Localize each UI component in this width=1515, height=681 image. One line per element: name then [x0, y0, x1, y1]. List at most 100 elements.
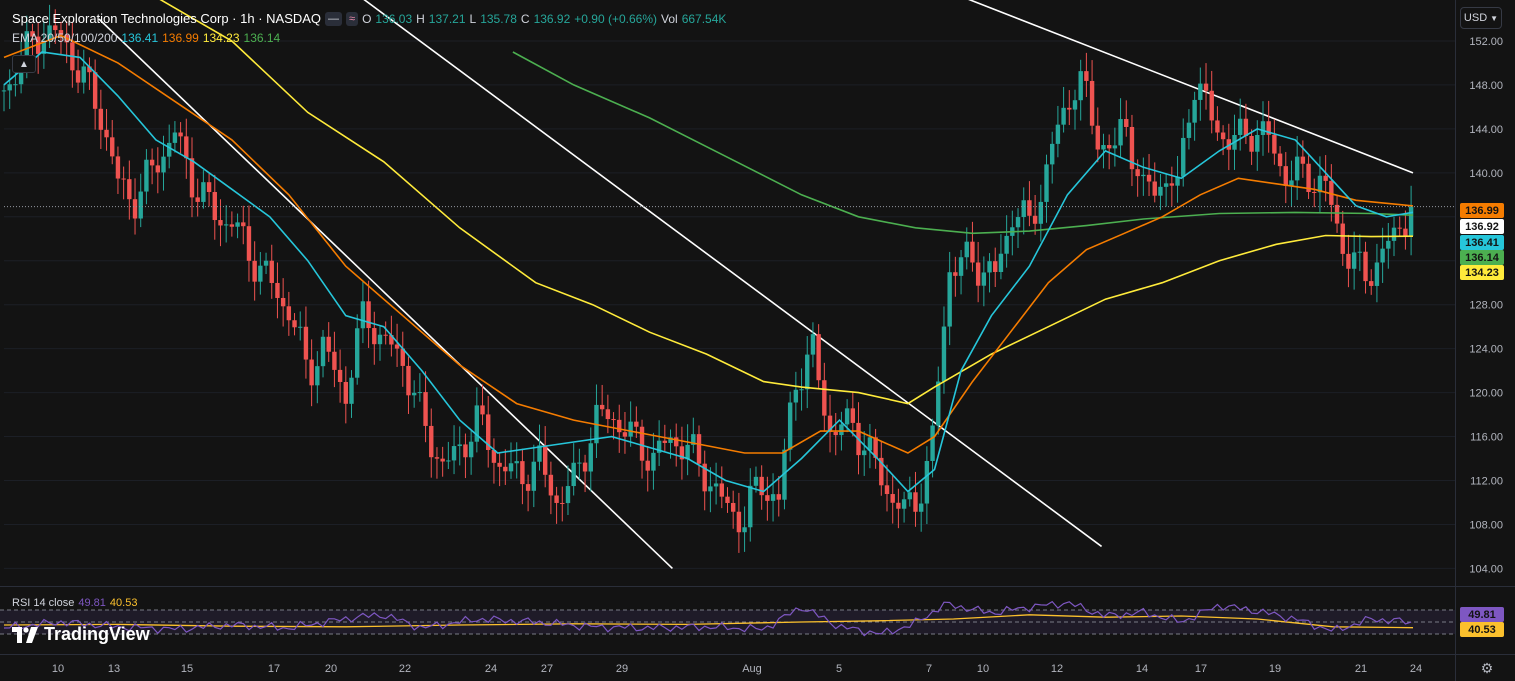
close-label: C [520, 11, 530, 26]
candle-body [810, 334, 816, 355]
gear-icon: ⚙ [1480, 659, 1494, 676]
candle-body [531, 461, 536, 491]
candle-body [993, 261, 998, 273]
ema-legend[interactable]: EMA 20/50/100/200 136.41 136.99 134.23 1… [12, 31, 280, 45]
candle-body [548, 474, 554, 496]
candle-body [1152, 181, 1157, 196]
candle-body [1408, 206, 1414, 236]
rsi-ma-value: 40.53 [109, 597, 138, 609]
price-tick-label: 144.00 [1469, 124, 1503, 136]
candle-body [1027, 200, 1032, 216]
candle-body [263, 260, 269, 266]
wave-icon[interactable]: ≈ [346, 11, 359, 26]
candle-body [206, 182, 212, 193]
candle-body [936, 381, 941, 426]
candle-body [411, 392, 417, 396]
candle-body [765, 495, 770, 501]
candle-body [736, 511, 742, 533]
candle-body [1312, 191, 1317, 193]
candle-body [1277, 153, 1283, 167]
candle-body [1351, 252, 1357, 269]
candle-body [970, 241, 975, 263]
candle-body [998, 253, 1004, 273]
price-tick-label: 124.00 [1469, 344, 1503, 356]
candle-body [1061, 107, 1066, 125]
time-tick-label: 22 [399, 663, 411, 675]
candle-body [1135, 169, 1140, 177]
settings-button[interactable]: ⚙ [1478, 659, 1496, 677]
candle-body [115, 156, 121, 179]
candle-body [833, 431, 838, 436]
chevron-up-icon: ▲ [19, 58, 29, 70]
candle-body [793, 389, 799, 403]
candle-body [651, 452, 656, 471]
candle-body [1118, 119, 1123, 146]
candle-body [554, 495, 559, 503]
candle-body [1220, 132, 1226, 140]
collapse-legend-button[interactable]: ▲ [12, 55, 36, 73]
candle-body [195, 197, 200, 202]
tradingview-logo-icon [12, 626, 38, 643]
candle-body [172, 132, 178, 143]
rsi-legend[interactable]: RSI 14 close 49.81 40.53 [12, 597, 137, 609]
ema200-value: 136.14 [243, 31, 281, 45]
candle-body [121, 178, 126, 180]
candle-body [907, 492, 912, 500]
open-value: 136.03 [375, 11, 413, 26]
candle-body [434, 457, 440, 459]
candle-body [1186, 122, 1192, 138]
time-tick-label: Aug [742, 663, 762, 675]
candle-body [144, 159, 149, 192]
symbol-title[interactable]: Space Exploration Technologies Corp · 1h… [12, 11, 321, 26]
ema-label: EMA 20/50/100/200 [12, 31, 118, 45]
low-value: 135.78 [480, 11, 517, 26]
candle-body [1084, 71, 1089, 81]
candle-body [417, 392, 423, 394]
tradingview-logo[interactable]: TradingView [12, 624, 150, 645]
candle-body [1294, 156, 1300, 181]
candle-body [1249, 135, 1254, 152]
rsi-label: RSI 14 close [12, 597, 75, 609]
time-tick-label: 17 [268, 663, 280, 675]
candle-body [457, 444, 462, 447]
candle-body [1374, 262, 1380, 286]
candle-body [1038, 201, 1044, 224]
candle-body [742, 527, 747, 533]
price-tick-label: 108.00 [1469, 519, 1503, 531]
price-tick-label: 140.00 [1469, 168, 1503, 180]
candle-body [1163, 183, 1169, 187]
candle-body [1403, 228, 1408, 236]
price-tick-label: 120.00 [1469, 388, 1503, 400]
candle-body [429, 425, 434, 458]
candle-body [303, 326, 309, 360]
candle-body [753, 476, 759, 486]
candle-body [184, 136, 189, 159]
candle-body [622, 432, 628, 437]
tradingview-wordmark: TradingView [44, 624, 150, 644]
candle-body [987, 261, 992, 273]
candle-body [913, 492, 918, 512]
candle-body [75, 70, 81, 83]
time-tick-label: 13 [108, 663, 120, 675]
candle-body [508, 463, 514, 472]
candle-body [337, 369, 343, 382]
candle-body [748, 485, 753, 528]
candle-body [218, 220, 223, 226]
minus-icon[interactable]: — [325, 11, 343, 26]
time-tick-label: 20 [325, 663, 337, 675]
price-chart[interactable]: 104.00 108.00 112.00 116.00 120.00 124.00 128.… [0, 0, 1515, 681]
candle-body [1346, 253, 1351, 269]
candle-body [1300, 156, 1306, 164]
candle-body [605, 409, 611, 420]
candle-body [1015, 217, 1021, 228]
candle-body [588, 443, 593, 472]
candle-body [1391, 227, 1397, 241]
high-label: H [416, 11, 425, 26]
time-tick-label: 10 [977, 663, 989, 675]
time-tick-label: 14 [1136, 663, 1148, 675]
candle-body [924, 460, 930, 504]
currency-button[interactable]: USD ▼ [1460, 7, 1502, 29]
candle-body [360, 301, 366, 329]
candle-body [565, 486, 571, 504]
candle-body [599, 404, 605, 410]
